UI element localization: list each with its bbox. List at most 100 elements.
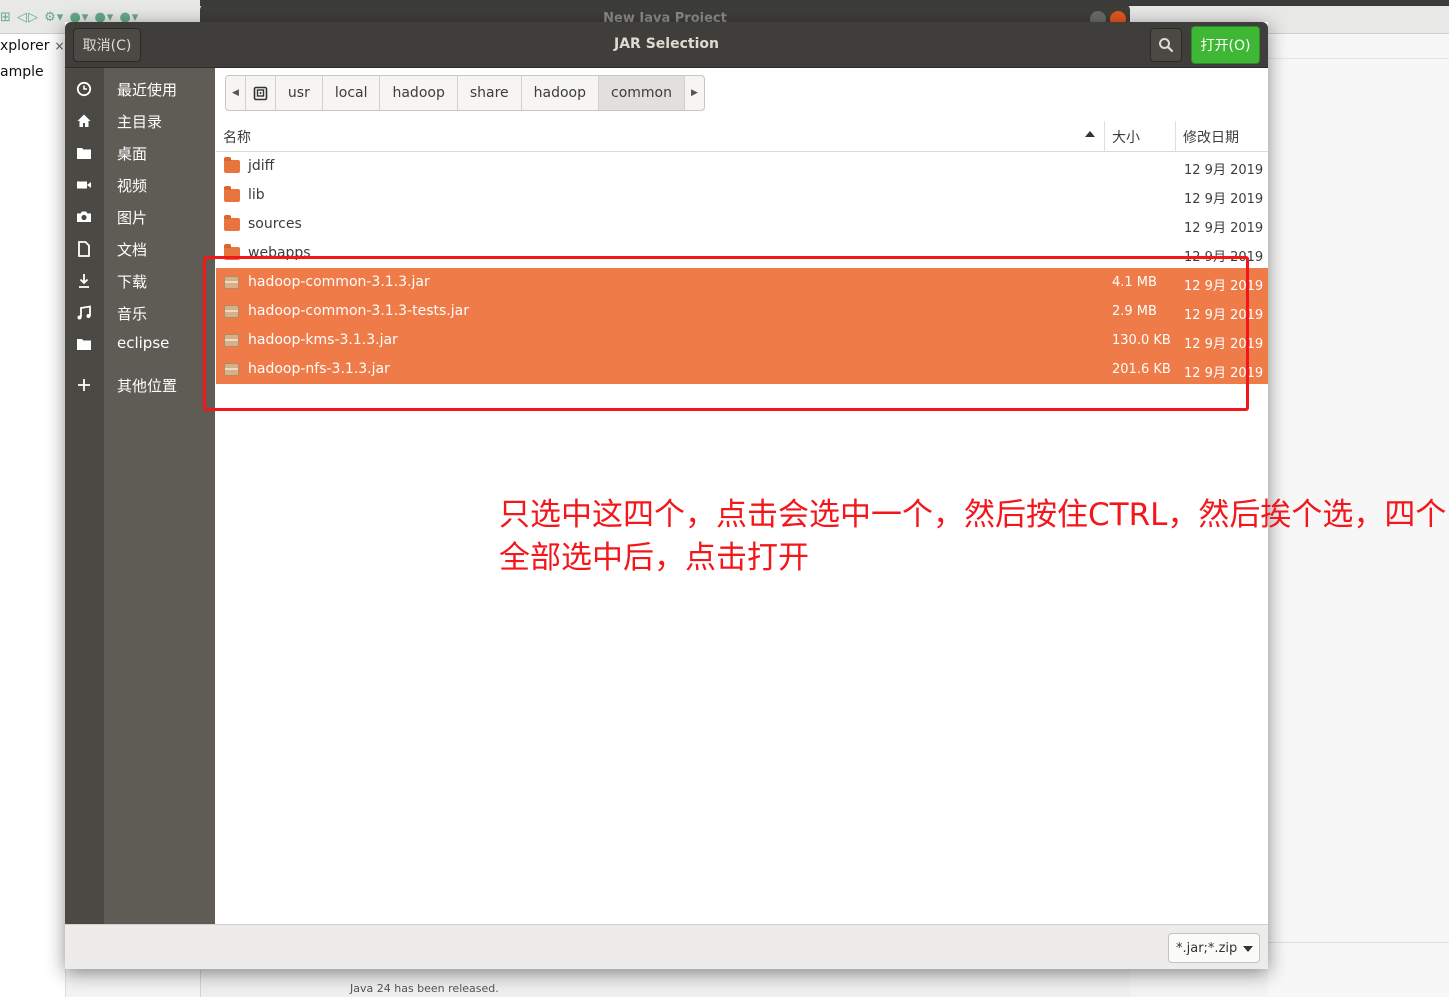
- chevron-down-icon: [1243, 946, 1253, 952]
- jar-file-icon: [224, 363, 239, 376]
- dialog-headerbar: 取消(C) JAR Selection 打开(O): [65, 22, 1268, 68]
- sidebar-item-label: 图片: [117, 209, 148, 227]
- search-button[interactable]: [1150, 28, 1182, 62]
- column-header-size[interactable]: 大小: [1112, 127, 1140, 147]
- path-crumb-hadoop[interactable]: hadoop: [380, 76, 458, 110]
- folder-icon: [224, 215, 240, 231]
- column-separator: [1104, 121, 1105, 151]
- jar-file-icon: [224, 276, 239, 289]
- file-size: 130.0 KB: [1112, 333, 1171, 348]
- file-type-filter-select[interactable]: *.jar;*.zip: [1168, 933, 1260, 963]
- sidebar-item-label: 下载: [117, 273, 148, 291]
- sidebar-item-label: 桌面: [117, 145, 148, 163]
- path-crumb-common[interactable]: common: [599, 76, 685, 110]
- file-row-jar-selected[interactable]: hadoop-common-3.1.3-tests.jar 2.9 MB 12 …: [216, 297, 1268, 326]
- divider: [1268, 58, 1449, 59]
- places-sidebar: 最近使用 主目录 桌面 视频 图片 文档 下载 音乐 eclipse 其他位置: [65, 68, 215, 924]
- file-date: 12 9月 2019: [1184, 163, 1264, 178]
- path-scroll-right-button[interactable]: ▶: [685, 76, 704, 110]
- file-row-jar-selected[interactable]: hadoop-nfs-3.1.3.jar 201.6 KB 12 9月 2019: [216, 355, 1268, 384]
- cancel-button[interactable]: 取消(C): [73, 28, 141, 62]
- sidebar-item-label: 其他位置: [117, 377, 178, 395]
- document-icon: [75, 240, 93, 258]
- jar-file-icon: [224, 334, 239, 347]
- file-date: 12 9月 2019: [1184, 337, 1264, 352]
- folder-icon: [224, 186, 240, 202]
- filter-value: *.jar;*.zip: [1176, 940, 1238, 956]
- sidebar-item-label: eclipse: [117, 334, 170, 352]
- clock-icon: [75, 80, 93, 98]
- column-header-name[interactable]: 名称: [223, 127, 251, 147]
- annotation-text: 只选中这四个，点击会选中一个，然后按住CTRL，然后挨个选，四个全部选中后，点击…: [499, 497, 1447, 576]
- jar-file-icon: [224, 305, 239, 318]
- folder-icon: [224, 157, 240, 173]
- file-name: lib: [248, 187, 265, 203]
- home-icon: [75, 112, 93, 130]
- explorer-item[interactable]: ample: [0, 64, 44, 80]
- file-date: 12 9月 2019: [1184, 192, 1264, 207]
- file-date: 12 9月 2019: [1184, 366, 1264, 381]
- file-name: jdiff: [248, 158, 275, 174]
- file-name: webapps: [248, 245, 311, 261]
- search-icon: [1159, 38, 1174, 53]
- sidebar-item-home[interactable]: 主目录: [65, 106, 215, 136]
- file-row-folder[interactable]: webapps 12 9月 2019: [216, 239, 1268, 268]
- file-row-folder[interactable]: lib 12 9月 2019: [216, 181, 1268, 210]
- explorer-tab-label: xplorer: [0, 38, 50, 54]
- file-date: 12 9月 2019: [1184, 250, 1264, 265]
- column-separator: [1175, 121, 1176, 151]
- file-date: 12 9月 2019: [1184, 308, 1264, 323]
- file-date: 12 9月 2019: [1184, 279, 1264, 294]
- path-crumb-local[interactable]: local: [323, 76, 381, 110]
- file-size: 2.9 MB: [1112, 304, 1157, 319]
- dialog-title: JAR Selection: [614, 36, 719, 52]
- sidebar-item-eclipse[interactable]: eclipse: [65, 329, 215, 359]
- sidebar-item-downloads[interactable]: 下载: [65, 266, 215, 296]
- sidebar-item-other-locations[interactable]: 其他位置: [65, 370, 215, 400]
- column-header-modified[interactable]: 修改日期: [1183, 127, 1239, 147]
- plus-icon: [75, 376, 93, 394]
- file-name: hadoop-common-3.1.3.jar: [248, 274, 430, 290]
- file-row-folder[interactable]: sources 12 9月 2019: [216, 210, 1268, 239]
- status-text: Java 24 has been released.: [350, 982, 499, 995]
- path-scroll-left-button[interactable]: ◀: [226, 76, 246, 110]
- file-row-jar-selected[interactable]: hadoop-common-3.1.3.jar 4.1 MB 12 9月 201…: [216, 268, 1268, 297]
- sidebar-item-videos[interactable]: 视频: [65, 170, 215, 200]
- dialog-footer: *.jar;*.zip: [65, 924, 1268, 969]
- path-bar: ◀ usr local hadoop share hadoop common ▶: [225, 75, 705, 111]
- explorer-tab[interactable]: xplorer ×: [0, 38, 65, 54]
- music-icon: [75, 304, 93, 322]
- sidebar-item-label: 主目录: [117, 113, 163, 131]
- path-crumb-share[interactable]: share: [458, 76, 522, 110]
- camera-icon: [75, 208, 93, 226]
- file-date: 12 9月 2019: [1184, 221, 1264, 236]
- open-button[interactable]: 打开(O): [1191, 26, 1260, 64]
- file-name: sources: [248, 216, 302, 232]
- sidebar-item-music[interactable]: 音乐: [65, 298, 215, 328]
- sidebar-item-label: 文档: [117, 241, 148, 259]
- package-explorer-panel: [0, 34, 66, 997]
- sidebar-item-documents[interactable]: 文档: [65, 234, 215, 264]
- divider: [1268, 942, 1449, 943]
- sidebar-item-label: 最近使用: [117, 81, 178, 99]
- file-name: hadoop-nfs-3.1.3.jar: [248, 361, 390, 377]
- file-list-header: 名称 大小 修改日期: [216, 121, 1268, 152]
- sidebar-item-label: 音乐: [117, 305, 148, 323]
- sidebar-item-recent[interactable]: 最近使用: [65, 74, 215, 104]
- download-icon: [75, 272, 93, 290]
- path-crumb-hadoop-2[interactable]: hadoop: [522, 76, 600, 110]
- background-status-area: [200, 970, 1130, 997]
- sidebar-item-pictures[interactable]: 图片: [65, 202, 215, 232]
- folder-icon: [75, 335, 93, 353]
- close-tab-icon[interactable]: ×: [54, 39, 64, 53]
- path-crumb-usr[interactable]: usr: [276, 76, 323, 110]
- file-row-folder[interactable]: jdiff 12 9月 2019: [216, 152, 1268, 181]
- file-row-jar-selected[interactable]: hadoop-kms-3.1.3.jar 130.0 KB 12 9月 2019: [216, 326, 1268, 355]
- file-size: 4.1 MB: [1112, 275, 1157, 290]
- path-root-button[interactable]: [246, 76, 276, 110]
- sidebar-item-desktop[interactable]: 桌面: [65, 138, 215, 168]
- file-name: hadoop-common-3.1.3-tests.jar: [248, 303, 469, 319]
- video-icon: [75, 176, 93, 194]
- folder-icon: [224, 244, 240, 260]
- sidebar-item-label: 视频: [117, 177, 148, 195]
